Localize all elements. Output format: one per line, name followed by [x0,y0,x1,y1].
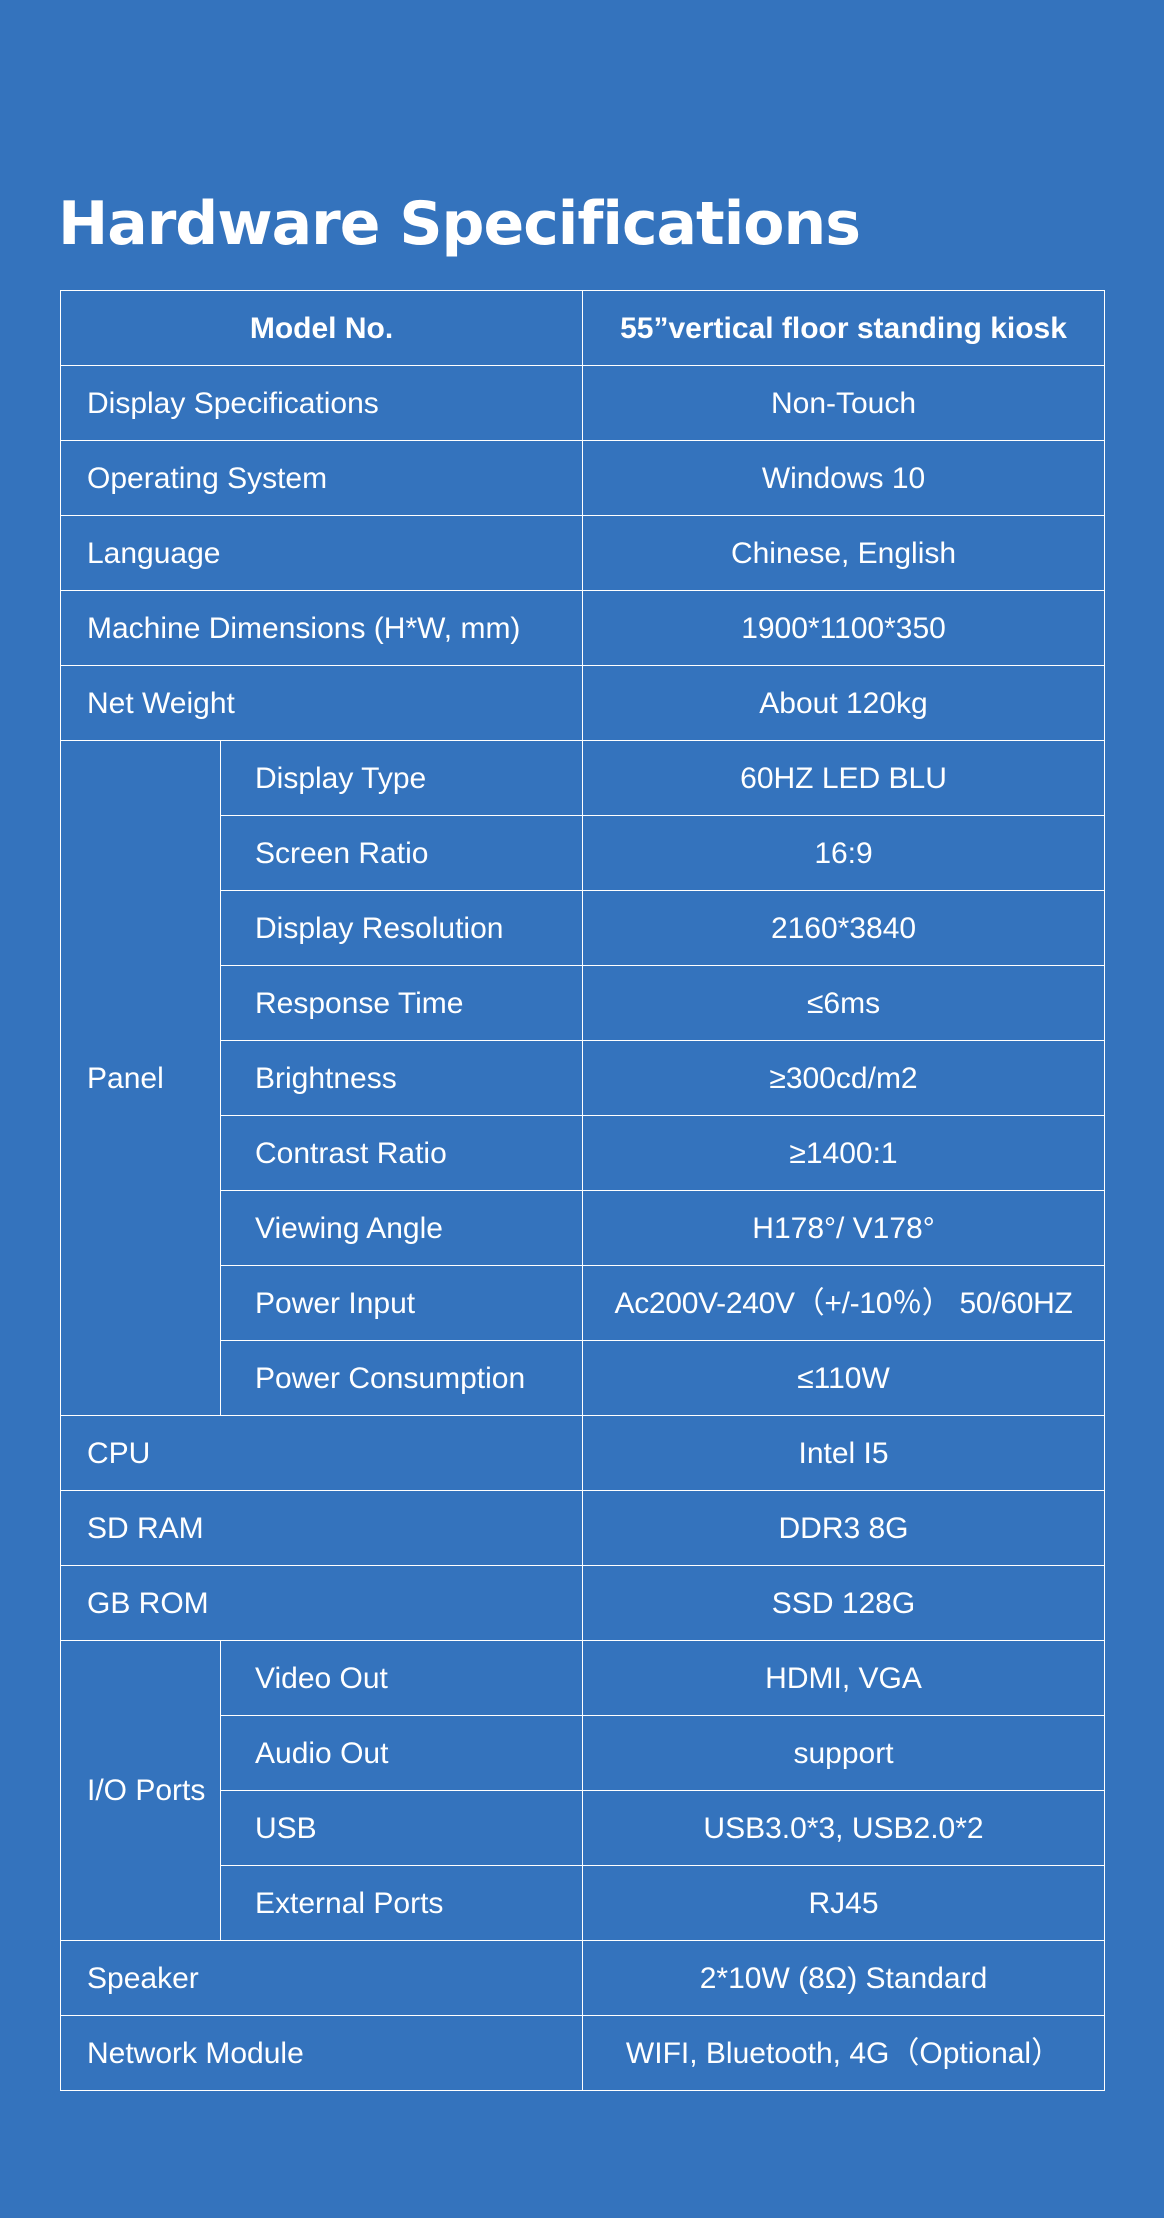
row-label: Operating System [59,440,584,516]
table-row: SD RAM DDR3 8G [59,1490,1106,1566]
row-value: Intel I5 [582,1415,1106,1491]
row-label: Machine Dimensions (H*W, mm) [59,590,584,666]
row-label: Display Resolution [219,890,584,966]
row-label: Screen Ratio [219,815,584,891]
row-label: Power Input [219,1265,584,1341]
row-value: Non-Touch [582,365,1106,441]
table-row: Network Module WIFI, Bluetooth, 4G（Optio… [59,2015,1106,2091]
model-label: Model No. [59,290,584,366]
table-row: Display Specifications Non-Touch [59,365,1106,441]
io-ports-group-label: I/O Ports [60,1640,221,1941]
table-row: Net Weight About 120kg [59,665,1106,741]
row-value: support [582,1715,1106,1791]
table-row: Machine Dimensions (H*W, mm) 1900*1100*3… [59,590,1106,666]
row-value: USB3.0*3, USB2.0*2 [582,1790,1106,1866]
row-label: Net Weight [59,665,584,741]
row-label: Language [59,515,584,591]
row-value: RJ45 [582,1865,1106,1941]
row-value: 2160*3840 [582,890,1106,966]
row-value: ≥300cd/m2 [582,1040,1106,1116]
row-value: 1900*1100*350 [582,590,1106,666]
row-label: Response Time [219,965,584,1041]
table-row: Operating System Windows 10 [59,440,1106,516]
table-row: Speaker 2*10W (8Ω) Standard [59,1940,1106,2016]
row-label: Audio Out [219,1715,584,1791]
row-value: WIFI, Bluetooth, 4G（Optional） [582,2015,1106,2091]
row-label: Network Module [59,2015,584,2091]
row-label: Video Out [219,1640,584,1716]
row-value: SSD 128G [582,1565,1106,1641]
row-label: USB [219,1790,584,1866]
table-header-row: Model No. 55”vertical floor standing kio… [59,290,1106,366]
table-row: Language Chinese, English [59,515,1106,591]
row-label: Brightness [219,1040,584,1116]
row-label: Speaker [59,1940,584,2016]
table-row: CPU Intel I5 [59,1415,1106,1491]
row-label: SD RAM [59,1490,584,1566]
row-value: HDMI, VGA [582,1640,1106,1716]
row-value: DDR3 8G [582,1490,1106,1566]
table-row: GB ROM SSD 128G [59,1565,1106,1641]
row-value: Windows 10 [582,440,1106,516]
model-value: 55”vertical floor standing kiosk [582,290,1106,366]
row-value: Ac200V-240V（+/-10％） 50/60HZ [582,1265,1106,1341]
table-row: I/O Ports Video Out HDMI, VGA [60,1640,1106,1941]
row-value: ≤6ms [582,965,1106,1041]
row-value: H178°/ V178° [582,1190,1106,1266]
row-label: Viewing Angle [219,1190,584,1266]
page-title: Hardware Specifications [58,189,861,259]
spec-table: Model No. 55”vertical floor standing kio… [59,290,1106,2091]
row-value: About 120kg [582,665,1106,741]
row-label: GB ROM [59,1565,584,1641]
row-value: Chinese, English [582,515,1106,591]
panel-group-label: Panel [60,740,221,1416]
row-label: Display Specifications [59,365,584,441]
row-value: ≤110W [582,1340,1106,1416]
row-value: 2*10W (8Ω) Standard [582,1940,1106,2016]
row-label: External Ports [219,1865,584,1941]
row-value: 16:9 [582,815,1106,891]
row-label: CPU [59,1415,584,1491]
table-row: Panel Display Type 60HZ LED BLU [60,740,1106,1416]
row-label: Power Consumption [219,1340,584,1416]
row-value: ≥1400:1 [582,1115,1106,1191]
row-label: Contrast Ratio [219,1115,584,1191]
row-value: 60HZ LED BLU [582,740,1106,816]
row-label: Display Type [219,740,584,816]
